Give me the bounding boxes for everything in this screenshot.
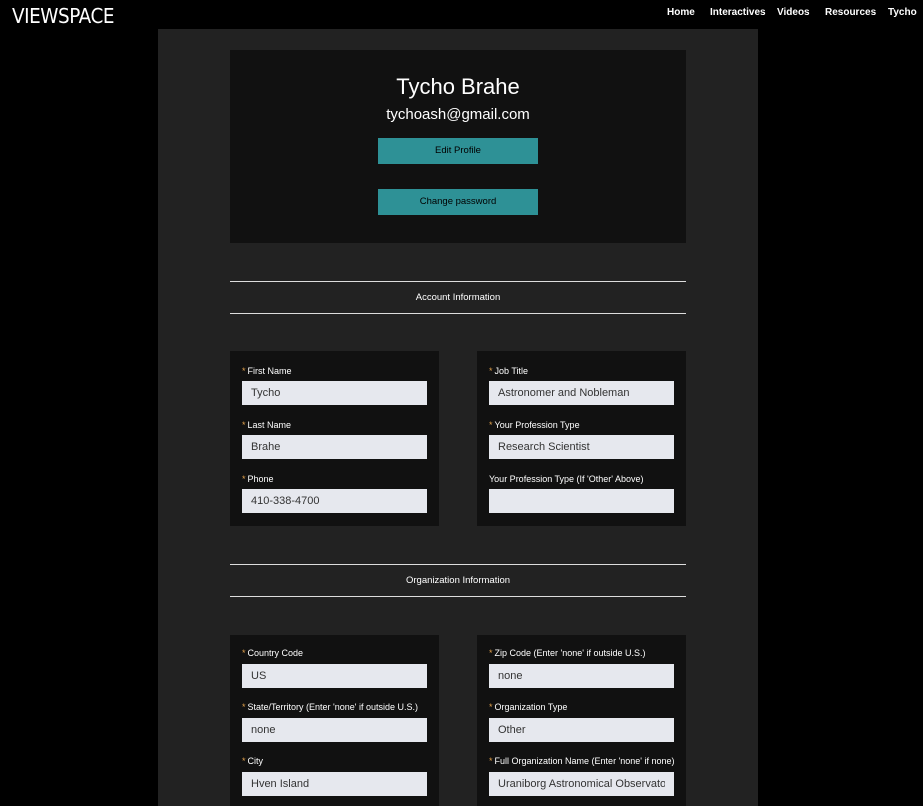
profile-name: Tycho Brahe bbox=[396, 74, 520, 99]
city-label: * City bbox=[242, 756, 264, 766]
country-code-input[interactable] bbox=[242, 664, 427, 688]
organization-panel-right: * Zip Code (Enter 'none' if outside U.S.)… bbox=[477, 635, 686, 806]
nav-videos[interactable]: Videos bbox=[777, 7, 810, 18]
required-marker: * bbox=[242, 702, 246, 712]
required-marker: * bbox=[242, 756, 246, 766]
job-title-input[interactable] bbox=[489, 381, 674, 405]
last-name-label: * Last Name bbox=[242, 420, 292, 430]
profession-type-input[interactable] bbox=[489, 435, 674, 459]
profile-page: Tycho Brahe tychoash@gmail.com Edit Prof… bbox=[158, 29, 758, 806]
phone-label: * Phone bbox=[242, 474, 274, 484]
required-marker: * bbox=[242, 648, 246, 658]
city-input[interactable] bbox=[242, 772, 427, 796]
organization-name-input[interactable] bbox=[489, 772, 674, 796]
top-navbar: VIEWSPACE Home Interactives Videos Resou… bbox=[0, 0, 923, 29]
required-marker: * bbox=[489, 702, 493, 712]
required-marker: * bbox=[489, 366, 493, 376]
required-marker: * bbox=[242, 366, 246, 376]
state-input[interactable] bbox=[242, 718, 427, 742]
organization-type-input[interactable] bbox=[489, 718, 674, 742]
account-panel-right: *Job Title *Your Profession Type Your Pr… bbox=[477, 351, 686, 526]
nav-home[interactable]: Home bbox=[667, 7, 695, 18]
viewspace-logo[interactable]: VIEWSPACE bbox=[12, 4, 114, 28]
change-password-button[interactable]: Change password bbox=[378, 189, 538, 215]
state-label: * State/Territory (Enter 'none' if outsid… bbox=[242, 702, 419, 712]
phone-input[interactable] bbox=[242, 489, 427, 513]
country-code-label: * Country Code bbox=[242, 648, 304, 658]
nav-user-tycho[interactable]: Tycho bbox=[888, 7, 917, 18]
nav-interactives[interactable]: Interactives bbox=[710, 7, 766, 18]
zip-code-input[interactable] bbox=[489, 664, 674, 688]
profession-type-label: * Your Profession Type bbox=[489, 420, 580, 430]
required-marker: * bbox=[489, 648, 493, 658]
required-marker: * bbox=[489, 756, 493, 766]
profile-card: Tycho Brahe tychoash@gmail.com Edit Prof… bbox=[230, 50, 686, 243]
job-title-label: * Job Title bbox=[489, 366, 529, 376]
required-marker: * bbox=[242, 474, 246, 484]
zip-code-label: * Zip Code (Enter 'none' if outside U.S.) bbox=[489, 648, 646, 658]
required-marker: * bbox=[489, 420, 493, 430]
organization-panel-left: *Country Code *State/Territory (Enter 'n… bbox=[230, 635, 439, 806]
profile-email: tychoash@gmail.com bbox=[386, 106, 530, 123]
organization-name-label: * Full Organization Name (Enter 'none' if… bbox=[489, 756, 675, 766]
account-information-header: Account Information bbox=[230, 281, 686, 314]
organization-information-header: Organization Information bbox=[230, 564, 686, 597]
account-panel-left: *First Name *Last Name *Phone bbox=[230, 351, 439, 526]
first-name-label: * First Name bbox=[242, 366, 292, 376]
organization-type-label: * Organization Type bbox=[489, 702, 568, 712]
first-name-input[interactable] bbox=[242, 381, 427, 405]
required-marker: * bbox=[242, 420, 246, 430]
nav-resources[interactable]: Resources bbox=[825, 7, 876, 18]
edit-profile-button[interactable]: Edit Profile bbox=[378, 138, 538, 164]
last-name-input[interactable] bbox=[242, 435, 427, 459]
profession-other-label: Your Profession Type (If 'Other' Above) bbox=[489, 474, 644, 484]
profession-other-input[interactable] bbox=[489, 489, 674, 513]
